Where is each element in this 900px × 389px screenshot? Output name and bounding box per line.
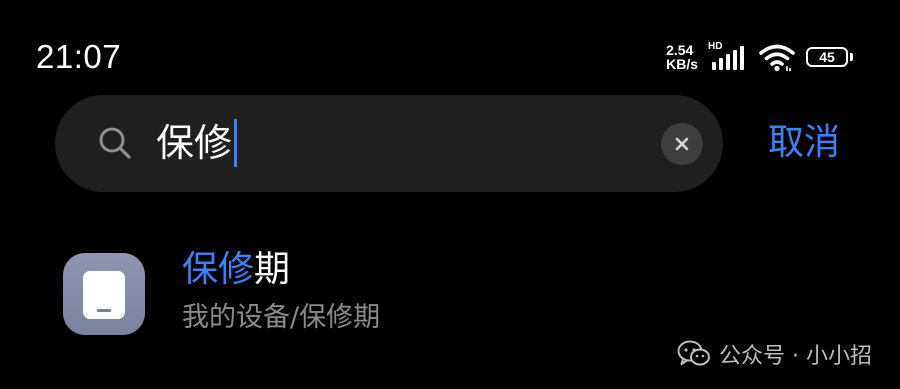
search-query: 保修 — [156, 121, 233, 165]
device-icon — [63, 253, 145, 335]
search-result-item[interactable]: 保修期 我的设备/保修期 — [63, 246, 763, 346]
network-speed: 2.54 KB/s — [666, 43, 698, 71]
result-path: 我的设备/保修期 — [182, 302, 381, 333]
battery-icon: 45 — [806, 45, 854, 69]
wifi-icon — [759, 44, 795, 72]
signal-icon: HD — [708, 42, 748, 72]
result-title-highlight: 保修 — [182, 249, 255, 290]
status-icons: 2.54 KB/s HD 45 — [666, 40, 854, 74]
network-speed-unit: KB/s — [666, 56, 698, 72]
watermark: 公众号 · 小小招 — [677, 338, 872, 370]
battery-level: 45 — [819, 49, 835, 65]
search-bar[interactable]: 保修 — [55, 95, 723, 192]
clear-search-button[interactable] — [661, 123, 703, 165]
status-time: 21:07 — [36, 38, 122, 75]
result-title: 保修期 — [182, 246, 290, 294]
text-caret — [234, 119, 238, 167]
search-input[interactable]: 保修 — [156, 117, 238, 169]
close-icon — [675, 137, 689, 151]
result-title-rest: 期 — [254, 249, 291, 290]
watermark-text: 公众号 · 小小招 — [719, 344, 872, 369]
search-icon — [99, 127, 131, 159]
cancel-button[interactable]: 取消 — [768, 118, 840, 168]
wechat-icon — [677, 340, 711, 366]
network-speed-value: 2.54 — [666, 42, 694, 58]
